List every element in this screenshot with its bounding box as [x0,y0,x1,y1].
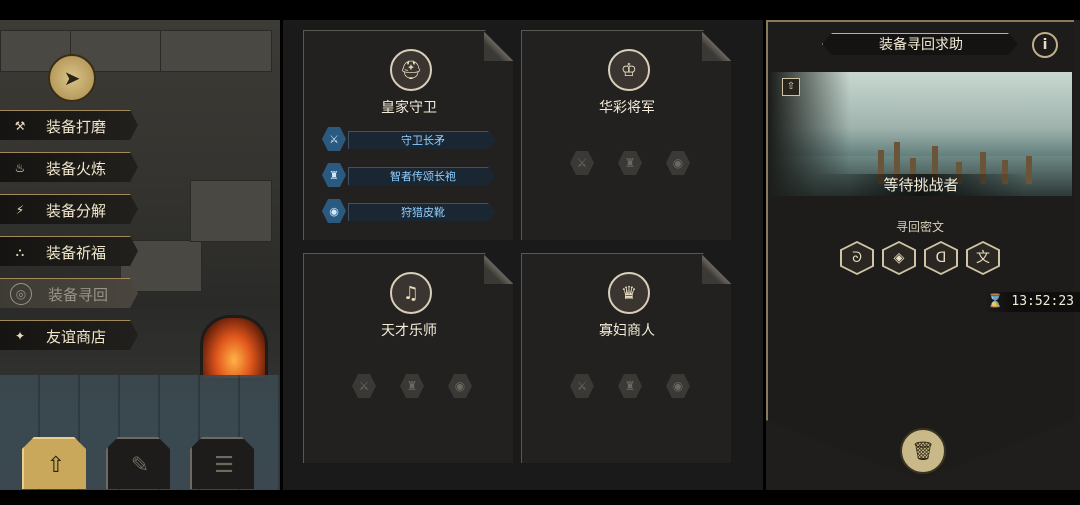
panel-title: 装备寻回求助 [822,33,1018,55]
upload-icon: ⇧ [46,452,66,478]
merchant-portrait-icon: ♛ [608,272,650,314]
robe-icon: ♜ [322,163,346,187]
furnace [200,315,268,381]
list-icon: ☰ [214,452,234,478]
armor-slot-icon[interactable]: ♜ [618,374,642,398]
menu-item-label: 装备火炼 [46,159,107,178]
quill-icon: ✎ [130,452,150,478]
fox-icon: ✦ [14,329,26,343]
menu-item-polish[interactable]: ⚒ 装备打磨 [0,110,138,140]
equip-label: 守卫长矛 [348,131,496,149]
hero-grid: ⛑ 皇家守卫 ⚔ 守卫长矛 ♜ 智者传颂长袍 ◉ 狩猎皮靴 ♔ 华彩将军 ⚔ ♜… [283,20,763,490]
countdown-timer: ⌛ 13:52:23 [984,292,1080,312]
trash-icon: 🗑 [911,440,935,462]
hero-name: 天才乐师 [381,323,437,339]
banner-title: 等待挑战者 [816,174,1026,196]
rune-icon: 文 [968,243,998,273]
weapon-slot-icon[interactable]: ⚔ [570,151,594,175]
info-button[interactable]: i [1032,32,1058,58]
slot-row: ⚔ ♜ ◉ [570,151,690,175]
weapon-slot-icon[interactable]: ⚔ [570,374,594,398]
knight-helmet-icon: ⛑ [390,49,432,91]
cipher-row: ᘐ ◈ ᗡ 文 [840,241,1000,275]
hero-name: 皇家守卫 [381,100,437,116]
menu-item-bless[interactable]: ⛬ 装备祈福 [0,236,138,266]
equip-label: 智者传颂长袍 [348,167,496,185]
hero-card-general[interactable]: ♔ 华彩将军 ⚔ ♜ ◉ [521,30,731,240]
menu-item-friend-shop[interactable]: ✦ 友谊商店 [0,320,138,350]
rune-icon: ᗡ [926,243,956,273]
menu-item-disassemble[interactable]: ⚡ 装备分解 [0,194,138,224]
equip-row[interactable]: ♜ 智者传颂长袍 [322,163,500,187]
armor-slot-icon[interactable]: ♜ [618,151,642,175]
home-crest-button[interactable]: ➤ [48,54,96,102]
hammer-icon: ⚒ [14,119,26,133]
equip-row[interactable]: ⚔ 守卫长矛 [322,127,500,151]
accessory-slot-icon[interactable]: ◉ [666,374,690,398]
menu-item-label: 装备分解 [46,201,107,220]
disassemble-icon: ⚡ [15,203,25,217]
top-letterbox [0,0,1080,20]
cipher-label: 寻回密文 [895,220,944,234]
tab-list[interactable]: ☰ [190,437,254,489]
menu-item-retrieve[interactable]: ◎ 装备寻回 [0,278,138,308]
cipher-rune-3[interactable]: ᗡ [924,241,958,275]
equip-row[interactable]: ◉ 狩猎皮靴 [322,199,500,223]
hourglass-icon: ⌛ [987,294,1004,309]
timer-value: 13:52:23 [1011,294,1074,309]
trash-button[interactable]: 🗑 [900,428,946,474]
rune-icon: ᘐ [842,243,872,273]
menu-item-label: 装备打磨 [46,117,107,136]
cipher-rune-4[interactable]: 文 [966,241,1000,275]
hero-name: 华彩将军 [599,100,655,116]
accessory-slot-icon[interactable]: ◉ [666,151,690,175]
general-portrait-icon: ♔ [608,49,650,91]
hero-card-royal-guard[interactable]: ⛑ 皇家守卫 ⚔ 守卫长矛 ♜ 智者传颂长袍 ◉ 狩猎皮靴 [303,30,513,240]
hero-card-merchant[interactable]: ♛ 寡妇商人 ⚔ ♜ ◉ [521,253,731,463]
tab-quill[interactable]: ✎ [106,437,170,489]
menu-item-refine[interactable]: ♨ 装备火炼 [0,152,138,182]
retrieve-help-panel: 装备寻回求助 i ⇧ 等待挑战者 寻回密文 ᘐ ◈ ᗡ 文 ⌛ 13:52:23… [766,20,1080,490]
rune-icon: ◈ [884,243,914,273]
banner-post [1026,156,1032,184]
hero-name: 寡妇商人 [599,323,655,339]
tab-upload[interactable]: ⇧ [22,437,86,489]
musician-portrait-icon: ♫ [390,272,432,314]
cipher-rune-2[interactable]: ◈ [882,241,916,275]
hero-card-musician[interactable]: ♫ 天才乐师 ⚔ ♜ ◉ [303,253,513,463]
crest-icon: ➤ [63,66,81,90]
slot-row: ⚔ ♜ ◉ [352,374,472,398]
cipher-rune-1[interactable]: ᘐ [840,241,874,275]
spear-icon: ⚔ [322,127,346,151]
banner-back-button[interactable]: ⇧ [782,78,800,96]
accessory-slot-icon[interactable]: ◉ [448,374,472,398]
menu-item-label: 友谊商店 [46,327,107,346]
bottom-letterbox [0,490,1080,505]
weapon-slot-icon[interactable]: ⚔ [352,374,376,398]
boot-icon: ◉ [322,199,346,223]
wall-brick [160,30,272,72]
flame-icon: ♨ [14,161,26,175]
wall-brick [190,180,272,242]
slot-row: ⚔ ♜ ◉ [570,374,690,398]
equip-label: 狩猎皮靴 [348,203,496,221]
pray-icon: ⛬ [15,244,25,259]
menu-item-label: 装备祈福 [46,243,107,262]
armor-slot-icon[interactable]: ♜ [400,374,424,398]
target-icon: ◎ [10,283,32,305]
menu-item-label: 装备寻回 [48,285,109,304]
